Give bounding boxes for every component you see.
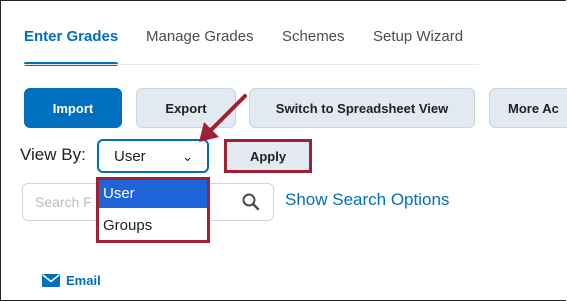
dropdown-option-user[interactable]: User <box>99 180 207 208</box>
tabs-divider <box>24 64 479 65</box>
tab-enter-grades[interactable]: Enter Grades <box>24 28 118 45</box>
import-button[interactable]: Import <box>24 88 122 128</box>
email-icon <box>42 274 60 287</box>
grades-tabs: Enter Grades Manage Grades Schemes Setup… <box>24 20 484 66</box>
switch-spreadsheet-view-button[interactable]: Switch to Spreadsheet View <box>249 88 475 128</box>
email-label: Email <box>66 273 101 288</box>
annotation-arrow-icon <box>199 94 247 142</box>
more-actions-button[interactable]: More Ac <box>489 88 567 128</box>
chevron-down-icon: ⌄ <box>182 149 193 164</box>
view-by-selected-value: User <box>114 148 146 165</box>
search-icon[interactable] <box>241 192 261 217</box>
view-by-select[interactable]: User ⌄ <box>97 139 209 173</box>
search-placeholder: Search F <box>35 194 92 210</box>
show-search-options-link[interactable]: Show Search Options <box>285 190 449 210</box>
view-by-label: View By: <box>20 145 86 164</box>
tab-schemes[interactable]: Schemes <box>282 28 345 45</box>
tab-manage-grades[interactable]: Manage Grades <box>146 28 254 45</box>
email-button[interactable]: Email <box>42 273 101 288</box>
view-by-dropdown-menu: User Groups <box>96 177 210 243</box>
tab-setup-wizard[interactable]: Setup Wizard <box>373 28 463 45</box>
dropdown-option-groups[interactable]: Groups <box>99 212 207 240</box>
